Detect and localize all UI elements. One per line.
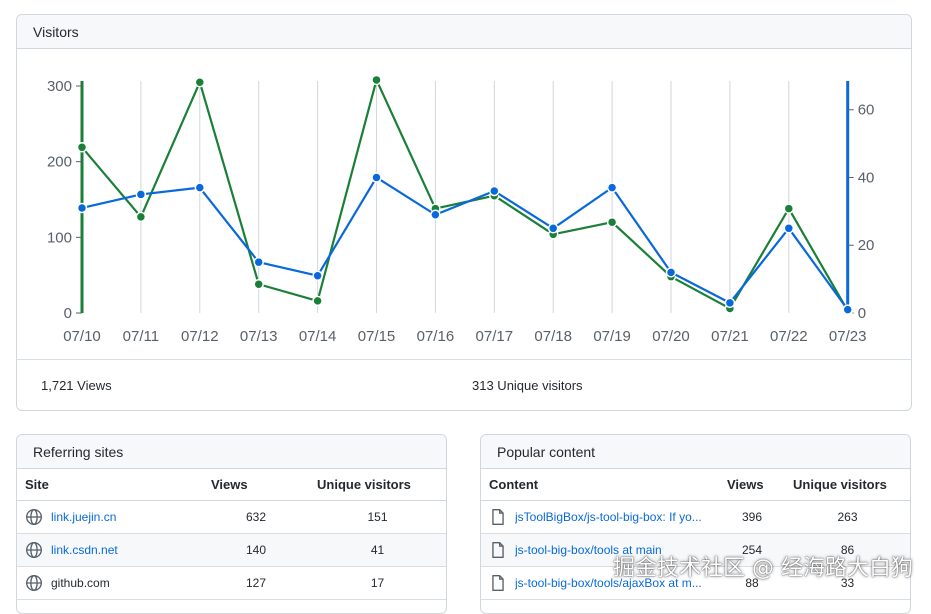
visitors-footer: 1,721 Views 313 Unique visitors (17, 359, 911, 411)
site-link[interactable]: link.csdn.net (51, 543, 118, 557)
data-point (784, 204, 793, 213)
data-point (136, 190, 145, 199)
x-tick-label: 07/21 (711, 328, 749, 345)
series-line (82, 80, 848, 311)
data-point (78, 143, 87, 152)
right-tick-label: 20 (858, 237, 875, 254)
x-tick-label: 07/12 (181, 328, 219, 345)
referring-sites-table: Site Views Unique visitors link.juejin.c… (17, 469, 446, 600)
data-point (372, 173, 381, 182)
data-point (78, 203, 87, 212)
referring-sites-title: Referring sites (17, 435, 446, 469)
unique-value: 151 (309, 501, 446, 534)
file-icon (489, 574, 507, 592)
views-value: 632 (203, 501, 309, 534)
left-tick-label: 200 (47, 154, 72, 171)
left-tick-label: 100 (47, 229, 72, 246)
x-tick-label: 07/15 (358, 328, 396, 345)
data-point (667, 268, 676, 277)
x-tick-label: 07/16 (417, 328, 455, 345)
x-tick-label: 07/10 (63, 328, 101, 345)
site-header: Site (17, 469, 203, 501)
content-header: Content (481, 469, 719, 501)
right-tick-label: 40 (858, 169, 875, 186)
visitors-panel: Visitors 0100200300020406007/1007/1107/1… (16, 14, 912, 411)
x-tick-label: 07/20 (652, 328, 690, 345)
globe-icon (25, 541, 43, 559)
data-point (195, 183, 204, 192)
data-point (549, 224, 558, 233)
series-line (82, 177, 848, 309)
x-tick-label: 07/22 (770, 328, 808, 345)
content-link[interactable]: jsToolBigBox/js-tool-big-box: If yo... (515, 510, 702, 524)
watermark: 掘金技术社区 @ 经海路大白狗 (613, 550, 913, 582)
left-tick-label: 0 (64, 305, 72, 322)
x-tick-label: 07/18 (534, 328, 572, 345)
x-tick-label: 07/19 (593, 328, 631, 345)
data-point (313, 296, 322, 305)
globe-icon (25, 508, 43, 526)
site-text: github.com (51, 576, 110, 590)
unique-visitors-header: Unique visitors (785, 469, 910, 501)
views-header: Views (203, 469, 309, 501)
site-link[interactable]: link.juejin.cn (51, 510, 116, 524)
unique-value: 263 (785, 501, 910, 534)
right-tick-label: 0 (858, 305, 866, 322)
x-tick-label: 07/23 (829, 328, 867, 345)
table-row: link.csdn.net 140 41 (17, 534, 446, 567)
right-tick-label: 60 (858, 102, 875, 119)
referring-sites-panel: Referring sites Site Views Unique visito… (16, 434, 447, 614)
visitors-chart: 0 100 200 300 0 20 40 60 07/10 07/11 07/12 07/13 07/… (17, 15, 912, 359)
data-point (608, 183, 617, 192)
left-tick-label: 300 (47, 78, 72, 95)
table-row: link.juejin.cn 632 151 (17, 501, 446, 534)
data-point (372, 75, 381, 84)
data-point (725, 298, 734, 307)
unique-visitors-header: Unique visitors (309, 469, 446, 501)
views-value: 127 (203, 567, 309, 600)
data-point (490, 187, 499, 196)
x-tick-label: 07/13 (240, 328, 278, 345)
file-icon (489, 541, 507, 559)
data-point (784, 224, 793, 233)
globe-icon (25, 574, 43, 592)
table-row: github.com 127 17 (17, 567, 446, 600)
unique-value: 17 (309, 567, 446, 600)
data-point (195, 78, 204, 87)
popular-content-panel: Popular content Content Views Unique vis… (480, 434, 911, 614)
views-total: 1,721 Views (41, 378, 112, 393)
data-point (843, 305, 852, 314)
data-point (254, 280, 263, 289)
data-point (608, 218, 617, 227)
file-icon (489, 508, 507, 526)
x-tick-label: 07/14 (299, 328, 337, 345)
data-point (431, 210, 440, 219)
views-value: 140 (203, 534, 309, 567)
unique-visitors-total: 313 Unique visitors (472, 378, 583, 393)
data-point (136, 212, 145, 221)
unique-value: 41 (309, 534, 446, 567)
table-row: jsToolBigBox/js-tool-big-box: If yo... 3… (481, 501, 910, 534)
x-tick-label: 07/17 (476, 328, 514, 345)
views-value: 396 (719, 501, 785, 534)
popular-content-title: Popular content (481, 435, 910, 469)
x-tick-label: 07/11 (123, 328, 159, 345)
data-point (254, 258, 263, 267)
data-point (313, 271, 322, 280)
views-header: Views (719, 469, 785, 501)
